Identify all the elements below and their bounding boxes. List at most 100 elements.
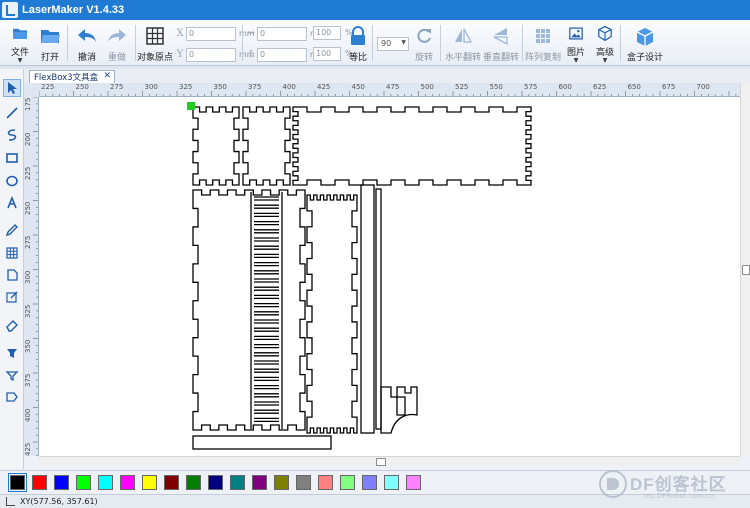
tag-icon [6, 392, 18, 402]
color-swatch[interactable] [54, 475, 69, 490]
height-input[interactable] [257, 47, 307, 62]
page-icon [7, 269, 18, 281]
ruler-label: 400 [24, 408, 32, 422]
y-input[interactable] [186, 47, 236, 62]
width-input[interactable] [257, 26, 307, 41]
eraser-tool[interactable] [3, 316, 21, 334]
file-button[interactable]: 文件 ▼ [8, 22, 32, 64]
horizontal-ruler: 225 250 275 300 325 350 375 400 425 450 475 500 525 5… [39, 83, 740, 97]
eraser-icon [6, 320, 18, 332]
stamp-tool[interactable] [3, 366, 21, 384]
fill-icon [7, 349, 17, 358]
color-swatch[interactable] [142, 475, 157, 490]
color-swatch[interactable] [362, 475, 377, 490]
pointer-icon [8, 82, 17, 94]
box-design-button[interactable]: 盒子设计 [626, 22, 664, 64]
advanced-button[interactable]: 高级 ▼ [594, 22, 616, 64]
cube-icon [598, 25, 612, 42]
color-swatch[interactable] [32, 475, 47, 490]
cut-path [292, 106, 532, 186]
line-tool[interactable] [3, 104, 21, 122]
open-folder-icon [41, 30, 60, 43]
left-toolbar [0, 69, 24, 469]
pencil-tool[interactable] [3, 221, 21, 239]
ellipse-icon [6, 175, 18, 187]
array-copy-button[interactable]: 阵列复制 [525, 22, 561, 64]
color-swatch[interactable] [230, 475, 245, 490]
ruler-label: 675 [662, 83, 676, 91]
color-swatch[interactable] [8, 473, 27, 492]
folder-icon [13, 28, 27, 39]
vertical-ruler: 175 200 225 250 275 300 325 350 375 400 425 [24, 97, 39, 456]
color-swatch[interactable] [274, 475, 289, 490]
redo-button[interactable]: 重做 [104, 22, 130, 64]
flip-vertical-button[interactable]: 垂直翻转 [483, 22, 519, 64]
rotation-angle-select[interactable]: 90 ▼ [377, 37, 409, 51]
close-icon[interactable]: ✕ [104, 71, 112, 81]
window-title: LaserMaker V1.4.33 [22, 4, 125, 16]
ruler-label: 375 [248, 83, 262, 91]
ruler-label: 350 [24, 339, 32, 353]
open-button[interactable]: 打开 [38, 22, 62, 64]
undo-button[interactable]: 撤消 [74, 22, 100, 64]
color-swatch[interactable] [76, 475, 91, 490]
color-swatch[interactable] [186, 475, 201, 490]
ruler-label: 475 [386, 83, 400, 91]
ellipse-tool[interactable] [3, 172, 21, 190]
horizontal-scroll-thumb[interactable] [376, 458, 386, 466]
color-swatch[interactable] [406, 475, 421, 490]
tag-tool[interactable] [3, 388, 21, 406]
table-tool[interactable] [3, 244, 21, 262]
vertical-scroll-thumb[interactable] [742, 265, 750, 275]
color-swatch[interactable] [164, 475, 179, 490]
edit-tool[interactable] [3, 288, 21, 306]
fill-tool[interactable] [3, 343, 21, 361]
text-icon [7, 196, 17, 209]
tab-flexbox3[interactable]: FlexBox3文具盒 ✕ [29, 70, 116, 83]
ruler-label: 325 [24, 304, 32, 318]
rectangle-tool[interactable] [3, 149, 21, 167]
height-percent-input[interactable]: 100 [313, 47, 341, 61]
color-swatch[interactable] [252, 475, 267, 490]
rectangle-icon [6, 153, 18, 163]
width-percent-input[interactable]: 100 [313, 26, 341, 40]
lock-icon [351, 26, 365, 45]
grid-origin-icon [146, 27, 164, 45]
color-swatch[interactable] [340, 475, 355, 490]
stamp-icon [5, 371, 19, 382]
lock-ratio-button[interactable]: 等比 [346, 22, 370, 64]
color-swatch[interactable] [296, 475, 311, 490]
document-tabbar: FlexBox3文具盒 ✕ [24, 69, 750, 83]
x-input[interactable] [186, 26, 236, 41]
image-button[interactable]: 图片 ▼ [565, 22, 587, 64]
chevron-down-icon: ▼ [573, 57, 579, 64]
ruler-label: 450 [351, 83, 365, 91]
horizontal-scrollbar[interactable] [39, 456, 740, 466]
app-logo-icon [2, 2, 18, 18]
color-swatch[interactable] [208, 475, 223, 490]
flip-horizontal-button[interactable]: 水平翻转 [445, 22, 481, 64]
curve-tool[interactable] [3, 126, 21, 144]
text-tool[interactable] [3, 194, 21, 212]
color-swatch[interactable] [120, 475, 135, 490]
rotate-button[interactable]: 旋转 [412, 22, 436, 64]
ruler-label: 325 [179, 83, 193, 91]
drawing-canvas[interactable] [39, 97, 740, 456]
vertical-scrollbar[interactable] [740, 83, 750, 456]
separator [620, 25, 621, 61]
select-tool[interactable] [3, 79, 21, 97]
separator [67, 25, 68, 61]
ruler-label: 600 [558, 83, 572, 91]
object-origin-button[interactable]: 对象原点 [137, 22, 173, 64]
ruler-label: 225 [24, 166, 32, 180]
color-swatch[interactable] [384, 475, 399, 490]
ruler-label: 300 [144, 83, 158, 91]
cursor-coordinates: XY(577.56, 357.61) [20, 497, 98, 506]
cut-path [192, 435, 332, 450]
color-swatch[interactable] [318, 475, 333, 490]
title-bar: LaserMaker V1.4.33 [0, 0, 750, 20]
origin-handle[interactable] [187, 102, 195, 110]
picture-icon [569, 27, 583, 40]
color-swatch[interactable] [98, 475, 113, 490]
page-tool[interactable] [3, 266, 21, 284]
